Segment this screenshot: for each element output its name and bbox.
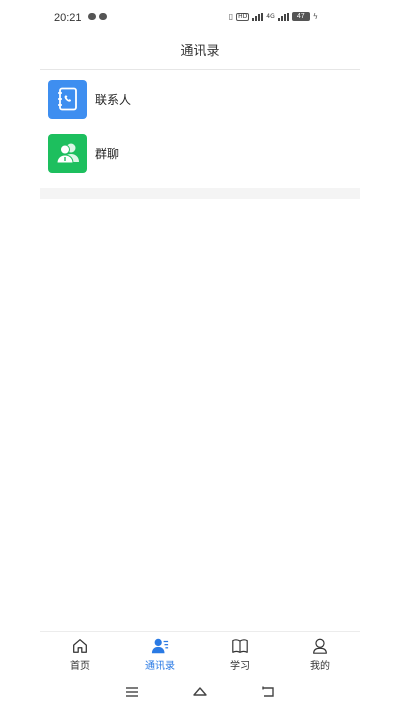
signal-icon [252, 12, 264, 21]
list-item-label: 群聊 [95, 146, 120, 161]
system-nav-bar [40, 677, 360, 707]
network-type: 4G [266, 13, 275, 20]
charging-icon: ϟ [312, 12, 318, 21]
tab-mine[interactable]: 我的 [280, 632, 360, 675]
list-item-label: 联系人 [95, 92, 132, 107]
battery-icon: 47 [291, 12, 310, 21]
status-indicators: ▯ HD 4G 47 ϟ [229, 12, 318, 21]
contact-book-icon [48, 79, 87, 119]
message-notification-icon [99, 13, 107, 20]
status-bar: 20:21 ▯ HD 4G 47 ϟ [40, 0, 360, 36]
status-time: 20:21 [54, 12, 82, 24]
tab-contacts[interactable]: 通讯录 [120, 632, 200, 675]
notification-icons [88, 13, 107, 20]
back-icon[interactable] [260, 685, 276, 699]
tab-label: 我的 [310, 661, 330, 672]
tab-home[interactable]: 首页 [40, 632, 120, 675]
bottom-nav: 首页 通讯录 学习 我的 [40, 631, 360, 675]
page-title: 通讯录 [40, 36, 360, 70]
group-chat-icon [48, 133, 87, 173]
list-item-group-chat[interactable]: 群聊 [40, 126, 360, 180]
list-item-contacts[interactable]: 联系人 [40, 72, 360, 126]
vibrate-icon: ▯ [228, 12, 234, 21]
tab-label: 学习 [230, 661, 250, 672]
menu-icon[interactable] [124, 685, 140, 699]
section-divider [40, 188, 360, 199]
book-icon [232, 639, 248, 653]
contacts-icon [151, 638, 169, 654]
tab-study[interactable]: 学习 [200, 632, 280, 675]
tab-label: 首页 [70, 661, 90, 672]
home-icon[interactable] [192, 685, 208, 699]
contact-list: 联系人 群聊 [40, 72, 360, 180]
app-screen: 20:21 ▯ HD 4G 47 ϟ 通讯录 联系人 群聊 首页 通讯录 学习 … [40, 0, 360, 711]
tab-label: 通讯录 [145, 661, 175, 672]
profile-icon [313, 638, 327, 654]
hd-badge: HD [236, 12, 250, 21]
signal-icon-2 [277, 12, 289, 21]
wechat-notification-icon [88, 13, 96, 20]
home-icon [73, 639, 87, 653]
